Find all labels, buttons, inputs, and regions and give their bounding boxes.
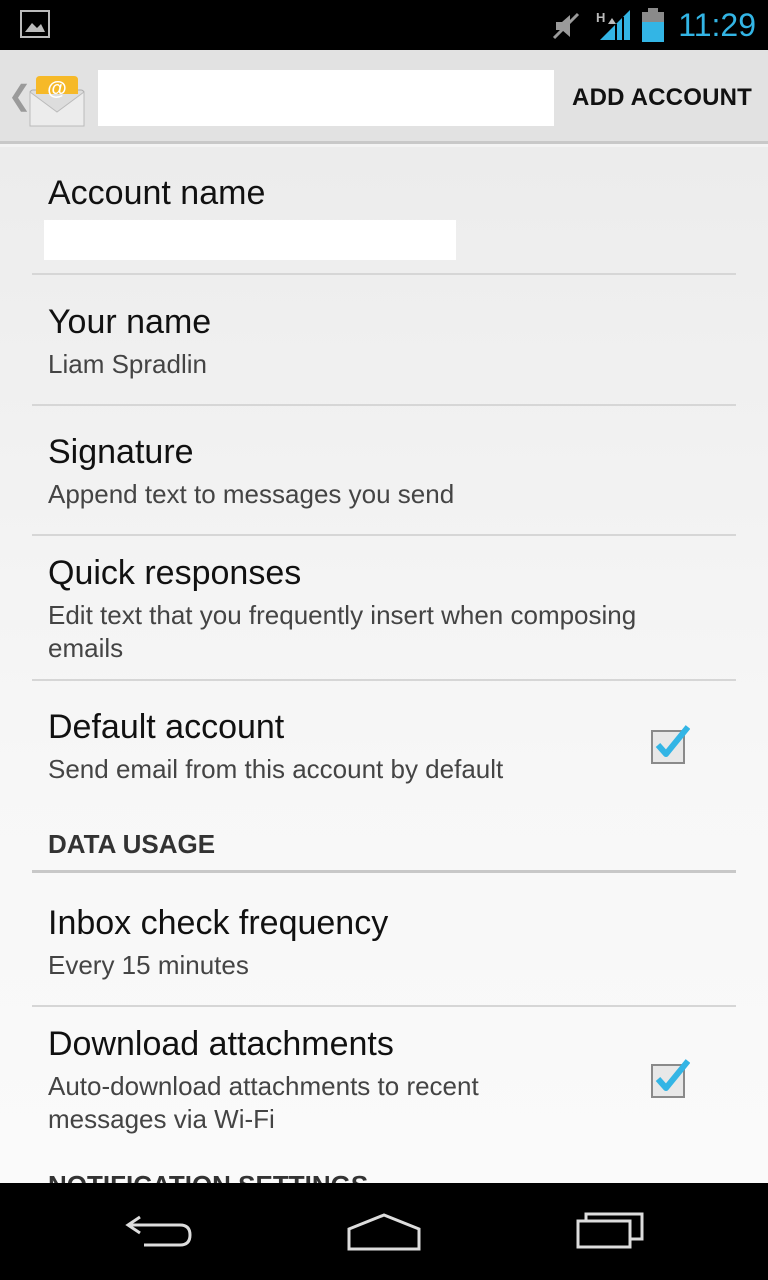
account-title xyxy=(98,70,554,126)
setting-summary: Every 15 minutes xyxy=(48,950,249,980)
battery-icon xyxy=(642,8,664,42)
settings-list: Account name Your name Liam Spradlin Sig… xyxy=(0,147,768,1183)
notification-settings-header: NOTIFICATION SETTINGS xyxy=(48,1169,368,1183)
recents-icon[interactable] xyxy=(574,1209,646,1253)
email-icon-glyph: @ xyxy=(47,78,67,100)
signal-icon: H xyxy=(596,10,630,40)
data-usage-header: DATA USAGE xyxy=(48,829,216,859)
default-account-checkbox[interactable] xyxy=(650,725,690,765)
setting-summary: Auto-download attachments to recent mess… xyxy=(48,1071,479,1134)
back-icon[interactable] xyxy=(124,1209,196,1253)
setting-summary: Send email from this account by default xyxy=(48,754,504,784)
setting-summary: Append text to messages you send xyxy=(48,479,455,509)
navigation-bar xyxy=(0,1183,768,1280)
divider xyxy=(32,1005,736,1007)
clock: 11:29 xyxy=(678,7,756,43)
download-attachments-checkbox[interactable] xyxy=(650,1059,690,1099)
add-account-button[interactable]: ADD ACCOUNT xyxy=(572,80,752,116)
setting-title: Your name xyxy=(48,303,212,341)
setting-summary: Edit text that you frequently insert whe… xyxy=(48,600,637,663)
mute-icon xyxy=(552,12,580,40)
divider xyxy=(32,679,736,681)
download-attachments-setting[interactable]: Download attachments Auto-download attac… xyxy=(32,1008,736,1148)
setting-title: Quick responses xyxy=(48,554,302,592)
image-notification-icon xyxy=(20,10,50,38)
setting-summary: Liam Spradlin xyxy=(48,349,207,379)
setting-title: Account name xyxy=(48,174,266,212)
divider xyxy=(32,404,736,406)
setting-title: Signature xyxy=(48,433,194,471)
action-bar: ❮ @ ADD ACCOUNT xyxy=(0,50,768,144)
your-name-setting[interactable]: Your name Liam Spradlin xyxy=(32,277,736,405)
setting-title: Default account xyxy=(48,708,285,746)
email-icon[interactable]: @ xyxy=(26,68,88,130)
quick-responses-setting[interactable]: Quick responses Edit text that you frequ… xyxy=(32,537,736,679)
inbox-check-frequency-setting[interactable]: Inbox check frequency Every 15 minutes xyxy=(32,873,736,1005)
account-name-value xyxy=(44,220,456,260)
divider xyxy=(32,534,736,536)
svg-text:H: H xyxy=(596,10,605,25)
status-bar: H 11:29 xyxy=(0,0,768,50)
signature-setting[interactable]: Signature Append text to messages you se… xyxy=(32,407,736,535)
setting-title: Inbox check frequency xyxy=(48,904,389,942)
home-icon[interactable] xyxy=(346,1209,422,1253)
setting-title: Download attachments xyxy=(48,1025,394,1063)
divider xyxy=(32,273,736,275)
default-account-setting[interactable]: Default account Send email from this acc… xyxy=(32,682,736,810)
